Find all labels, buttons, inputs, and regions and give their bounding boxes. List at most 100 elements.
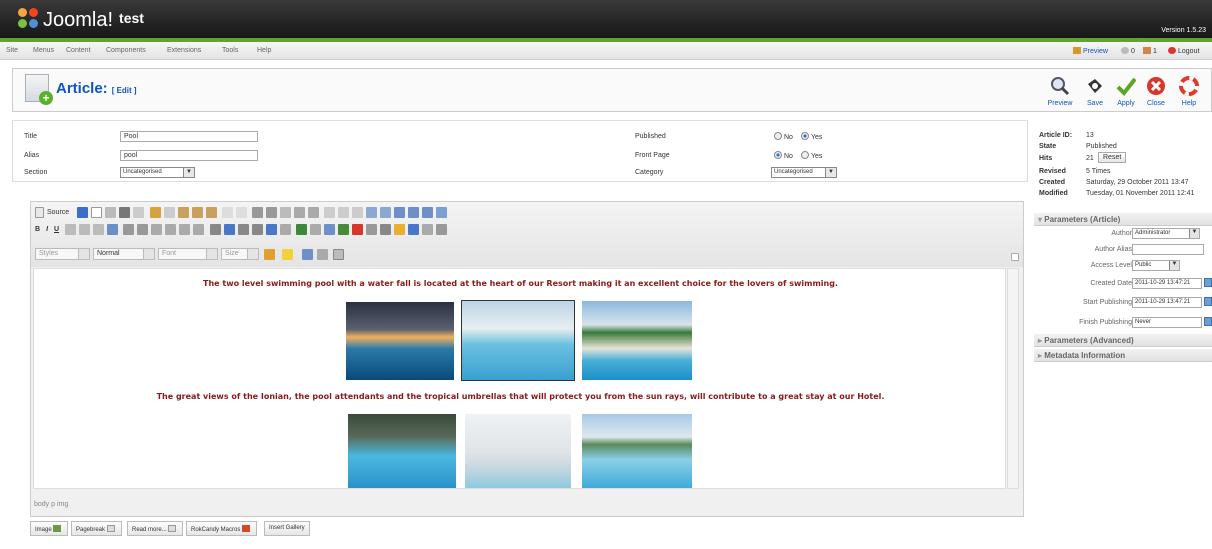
underline-button[interactable]: U (54, 226, 59, 233)
smiley-icon[interactable] (393, 224, 405, 235)
save-doc-icon[interactable] (77, 207, 89, 218)
menu-content[interactable]: Content (66, 47, 91, 54)
author-alias-input[interactable] (1132, 244, 1204, 255)
image-button-icon[interactable] (422, 207, 434, 218)
form-icon[interactable] (324, 207, 336, 218)
redo-icon[interactable] (235, 207, 247, 218)
justify-icon[interactable] (251, 224, 263, 235)
table-icon[interactable] (365, 224, 377, 235)
checkbox-icon[interactable] (338, 207, 350, 218)
rtl-icon[interactable] (279, 224, 291, 235)
hidden-field-icon[interactable] (436, 207, 448, 218)
font-select[interactable]: Font (158, 248, 218, 260)
print-icon[interactable] (119, 207, 131, 218)
close-button[interactable]: Close (1139, 76, 1173, 107)
published-no-radio[interactable]: No (774, 132, 793, 141)
align-right-icon[interactable] (237, 224, 249, 235)
text-field-icon[interactable] (366, 207, 378, 218)
copy-icon[interactable] (163, 207, 175, 218)
image-icon[interactable] (337, 224, 349, 235)
outdent-icon[interactable] (151, 224, 163, 235)
pool-night-photo[interactable] (346, 302, 454, 380)
bulleted-list-icon[interactable] (137, 224, 149, 235)
select-all-icon[interactable] (280, 207, 292, 218)
pagebreak-button[interactable]: Pagebreak (71, 521, 122, 536)
maximize-icon[interactable] (302, 249, 313, 260)
access-level-select[interactable]: Public ▼ (1132, 260, 1180, 271)
select-field-icon[interactable] (394, 207, 406, 218)
background-color-icon[interactable] (282, 249, 293, 260)
blockquote-icon[interactable] (179, 224, 191, 235)
menu-menus[interactable]: Menus (33, 47, 54, 54)
alias-input[interactable]: pool (120, 150, 258, 161)
menu-help[interactable]: Help (257, 47, 271, 54)
finish-publishing-input[interactable]: Never (1132, 317, 1202, 328)
undo-icon[interactable] (221, 207, 233, 218)
source-button[interactable]: Source (47, 209, 69, 216)
templates-icon[interactable] (133, 207, 145, 218)
created-date-input[interactable]: 2011-10-29 13:47:21 (1132, 278, 1202, 289)
textarea-icon[interactable] (380, 207, 392, 218)
styles-select[interactable]: Styles (35, 248, 90, 260)
section-select[interactable]: Uncategorised ▼ (120, 167, 195, 178)
horizontal-line-icon[interactable] (379, 224, 391, 235)
show-blocks-icon[interactable] (317, 249, 328, 260)
indent-icon[interactable] (165, 224, 177, 235)
div-icon[interactable] (193, 224, 205, 235)
metadata-information-header[interactable]: ▸ Metadata Information (1034, 349, 1212, 362)
paste-text-icon[interactable] (191, 207, 203, 218)
messages-count[interactable]: 1 (1143, 47, 1157, 55)
pool-umbrellas-photo[interactable] (582, 301, 692, 380)
title-input[interactable]: Pool (120, 131, 258, 142)
align-left-icon[interactable] (209, 224, 221, 235)
replace-icon[interactable] (266, 207, 278, 218)
page-break-icon[interactable] (421, 224, 433, 235)
start-publishing-input[interactable]: 2011-10-29 13:47:21 (1132, 297, 1202, 308)
flash-icon[interactable] (351, 224, 363, 235)
pool-sea-view-photo[interactable] (582, 414, 692, 488)
special-char-icon[interactable] (407, 224, 419, 235)
new-page-icon[interactable] (91, 207, 103, 218)
author-select[interactable]: Administrator ▼ (1132, 228, 1200, 239)
preview-doc-icon[interactable] (105, 207, 117, 218)
unlink-icon[interactable] (309, 224, 321, 235)
insert-gallery-button[interactable]: Insert Gallery (264, 521, 310, 536)
numbered-list-icon[interactable] (123, 224, 135, 235)
ltr-icon[interactable] (265, 224, 277, 235)
paste-icon[interactable] (177, 207, 189, 218)
collapse-toolbar-icon[interactable] (1011, 253, 1019, 261)
cut-icon[interactable] (149, 207, 161, 218)
save-button[interactable]: Save (1078, 76, 1112, 107)
strikethrough-icon[interactable] (65, 224, 77, 235)
preview-link[interactable]: Preview (1073, 47, 1108, 55)
align-center-icon[interactable] (223, 224, 235, 235)
menu-extensions[interactable]: Extensions (167, 47, 201, 54)
rokcandy-macros-button[interactable]: RokCandy Macros (186, 521, 258, 536)
paste-word-icon[interactable] (205, 207, 217, 218)
subscript-icon[interactable] (79, 224, 91, 235)
calendar-icon[interactable] (1204, 278, 1212, 287)
menu-components[interactable]: Components (106, 47, 146, 54)
anchor-icon[interactable] (323, 224, 335, 235)
parameters-article-header[interactable]: ▾ Parameters (Article) (1034, 213, 1212, 226)
editor-content-area[interactable]: The two level swimming pool with a water… (33, 268, 1006, 489)
superscript-icon[interactable] (93, 224, 105, 235)
pool-loungers-photo[interactable] (465, 414, 571, 488)
iframe-icon[interactable] (435, 224, 447, 235)
italic-button[interactable]: I (46, 226, 48, 233)
calendar-icon[interactable] (1204, 297, 1212, 306)
pool-hillside-photo[interactable] (348, 414, 456, 488)
text-color-icon[interactable] (264, 249, 275, 260)
find-icon[interactable] (252, 207, 264, 218)
read-more-button[interactable]: Read more... (127, 521, 184, 536)
preview-button[interactable]: Preview (1043, 76, 1077, 107)
about-icon[interactable] (333, 249, 344, 260)
apply-button[interactable]: Apply (1109, 76, 1143, 107)
logout-link[interactable]: Logout (1168, 47, 1199, 55)
pool-waterfall-photo-selected[interactable] (461, 300, 575, 381)
editor-scrollbar[interactable] (1007, 268, 1019, 489)
radio-button-icon[interactable] (352, 207, 364, 218)
size-select[interactable]: Size (221, 248, 259, 260)
bold-button[interactable]: B (35, 226, 40, 233)
menu-tools[interactable]: Tools (222, 47, 238, 54)
